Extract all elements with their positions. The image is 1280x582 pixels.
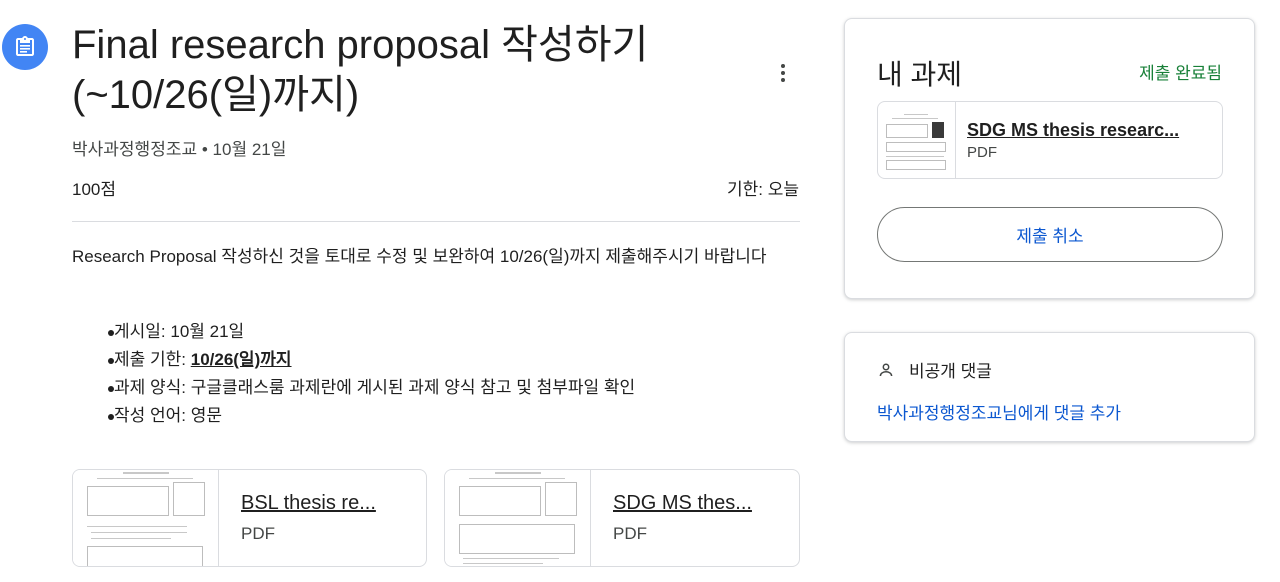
due-date: 기한: 오늘: [726, 180, 799, 199]
assignment-title: Final research proposal 작성하기 (~10/26(일)까…: [72, 20, 732, 120]
author-name: 박사과정행정조교: [72, 140, 198, 159]
unsubmit-button[interactable]: 제출 취소: [877, 207, 1223, 262]
list-item: 작성 언어: 영문: [72, 402, 800, 430]
assignment-title-line2: (~10/26(일)까지): [72, 73, 360, 117]
private-comments-header: 비공개 댓글: [877, 357, 992, 382]
attachment-type: PDF: [241, 524, 275, 543]
your-work-title: 내 과제: [877, 59, 963, 90]
attachment-thumbnail: [445, 470, 591, 566]
attachment-thumbnail: [878, 102, 956, 178]
divider: [72, 221, 800, 222]
your-work-card: 내 과제 제출 완료됨 SDG MS thesis researc... PDF…: [844, 18, 1255, 299]
list-item: 과제 양식: 구글클래스룸 과제란에 게시된 과제 양식 참고 및 첨부파일 확…: [72, 374, 800, 402]
add-comment-link[interactable]: 박사과정행정조교님에게 댓글 추가: [877, 399, 1121, 424]
more-options-button[interactable]: [766, 56, 800, 90]
status-badge: 제출 완료됨: [1139, 64, 1222, 83]
submitted-attachment[interactable]: SDG MS thesis researc... PDF: [877, 101, 1223, 179]
more-vert-icon: [781, 64, 785, 68]
attachment-type: PDF: [967, 144, 997, 161]
assignment-description: Research Proposal 작성하신 것을 토대로 수정 및 보완하여 …: [72, 247, 767, 266]
deadline-link[interactable]: 10/26(일)까지: [191, 350, 292, 369]
attachment-card[interactable]: BSL thesis re... PDF: [72, 469, 427, 567]
meta-separator: •: [201, 140, 208, 159]
attachment-thumbnail: [73, 470, 219, 566]
assignment-title-line1: Final research proposal 작성하기: [72, 23, 649, 67]
post-date: 10월 21일: [212, 140, 287, 159]
list-item: 게시일: 10월 21일: [72, 318, 800, 346]
person-icon: [879, 363, 893, 376]
private-comments-heading: 비공개 댓글: [909, 362, 992, 381]
points: 100점: [72, 180, 117, 199]
instruction-list: 게시일: 10월 21일 제출 기한: 10/26(일)까지 과제 양식: 구글…: [72, 318, 800, 430]
deadline-prefix: 제출 기한:: [114, 350, 191, 369]
private-comments-card: 비공개 댓글 박사과정행정조교님에게 댓글 추가: [844, 332, 1255, 442]
assignment-icon: [2, 24, 48, 70]
attachment-card[interactable]: SDG MS thes... PDF: [444, 469, 800, 567]
assignment-meta: 박사과정행정조교 • 10월 21일: [72, 135, 286, 160]
attachment-name: BSL thesis re...: [241, 492, 376, 514]
attachment-name: SDG MS thes...: [613, 492, 752, 514]
attachment-name: SDG MS thesis researc...: [967, 120, 1180, 140]
attachment-type: PDF: [613, 524, 647, 543]
list-item: 제출 기한: 10/26(일)까지: [72, 346, 800, 374]
